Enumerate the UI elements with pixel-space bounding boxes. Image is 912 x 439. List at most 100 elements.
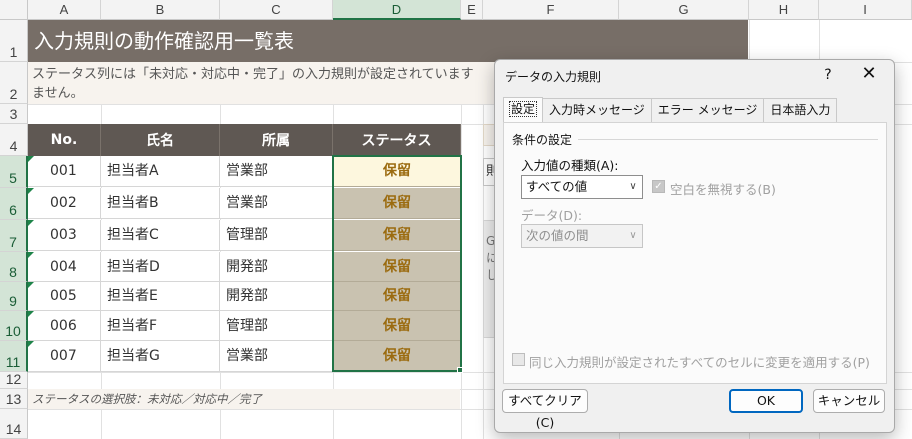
row-header-3[interactable]: 3 [0, 104, 28, 124]
allow-dropdown[interactable]: すべての値 ∨ [521, 175, 643, 199]
row-header-13[interactable]: 13 [0, 389, 28, 409]
row-header-11[interactable]: 11 [0, 341, 28, 372]
cancel-button[interactable]: キャンセル [813, 389, 885, 413]
cell-no[interactable]: 001 [28, 156, 101, 187]
cell-name[interactable]: 担当者F [101, 311, 220, 341]
table-header-dept[interactable]: 所属 [220, 124, 333, 156]
ignore-blank-checkbox[interactable]: ✓ [652, 180, 665, 193]
row-header-5[interactable]: 5 [0, 156, 28, 188]
row-header-9[interactable]: 9 [0, 282, 28, 311]
cell-no[interactable]: 002 [28, 188, 101, 219]
row-header-10[interactable]: 10 [0, 311, 28, 341]
cell-no[interactable]: 006 [28, 311, 101, 341]
data-value: 次の値の間 [526, 228, 589, 243]
close-icon[interactable]: ✕ [857, 63, 881, 87]
row-header-14[interactable]: 14 [0, 409, 28, 439]
allow-label: 入力値の種類(A): [521, 158, 619, 173]
dialog-title: データの入力規則 [505, 70, 602, 84]
cell-dept[interactable]: 開発部 [220, 282, 333, 311]
description-line-1: ステータス列には「未対応・対応中・完了」の入力規則が設定されています [32, 67, 474, 82]
table-header-no[interactable]: No. [28, 124, 101, 156]
column-header-b[interactable]: B [101, 0, 220, 20]
cell-text: 007 [50, 348, 77, 364]
data-dropdown[interactable]: 次の値の間 ∨ [521, 224, 643, 248]
column-header-i[interactable]: I [819, 0, 912, 20]
cell-dept[interactable]: 開発部 [220, 252, 333, 282]
cell-text: 001 [50, 163, 77, 179]
row-header-6[interactable]: 6 [0, 188, 28, 220]
cell-status[interactable]: 保留 [333, 282, 461, 311]
column-header-g[interactable]: G [619, 0, 749, 20]
description-line-2: ません。 [32, 86, 84, 101]
cell-name[interactable]: 担当者A [101, 156, 220, 187]
settings-panel: 条件の設定 入力値の種類(A): すべての値 ∨ ✓ 空白を無視する(B) デー… [503, 122, 887, 384]
cell-name[interactable]: 担当者E [101, 282, 220, 311]
ignore-blank-label: 空白を無視する(B) [670, 182, 776, 197]
column-header-d[interactable]: D [333, 0, 461, 20]
apply-all-label: 同じ入力規則が設定されたすべてのセルに変更を適用する(P) [529, 355, 870, 370]
cell-name[interactable]: 担当者D [101, 252, 220, 282]
ok-button[interactable]: OK [729, 389, 803, 413]
dialog-tabs: 設定 入力時メッセージ エラー メッセージ 日本語入力 [503, 97, 838, 123]
column-header-e[interactable]: E [461, 0, 483, 20]
column-header-a[interactable]: A [28, 0, 101, 20]
cell-status-active[interactable]: 保留 [333, 156, 461, 187]
cell-status[interactable]: 保留 [333, 252, 461, 282]
cell-name[interactable]: 担当者B [101, 188, 220, 219]
cell-text: 003 [50, 227, 77, 243]
column-header-c[interactable]: C [220, 0, 333, 20]
cell-text: 002 [50, 195, 77, 211]
error-indicator-icon [28, 156, 34, 162]
row-header-1[interactable]: 1 [0, 20, 28, 62]
column-header-h[interactable]: H [749, 0, 819, 20]
cell-no[interactable]: 004 [28, 252, 101, 282]
cell-dept[interactable]: 営業部 [220, 341, 333, 372]
cell-no[interactable]: 003 [28, 220, 101, 251]
cell-status[interactable]: 保留 [333, 188, 461, 219]
cell-no[interactable]: 007 [28, 341, 101, 372]
status-options-note[interactable]: ステータスの選択肢：未対応／対応中／完了 [28, 389, 460, 409]
row-header-8[interactable]: 8 [0, 252, 28, 282]
cell-no[interactable]: 005 [28, 282, 101, 311]
chevron-down-icon: ∨ [629, 181, 637, 192]
cell-text: 006 [50, 318, 77, 334]
cell-dept[interactable]: 管理部 [220, 311, 333, 341]
chevron-down-icon: ∨ [629, 230, 637, 241]
cell-dept[interactable]: 営業部 [220, 156, 333, 187]
help-icon[interactable]: ? [818, 64, 838, 86]
cell-text: 005 [50, 288, 77, 304]
cell-text: 004 [50, 259, 77, 275]
tab-label: 設定 [508, 101, 538, 117]
data-validation-dialog: データの入力規則 ? ✕ 設定 入力時メッセージ エラー メッセージ 日本語入力… [494, 59, 895, 433]
error-indicator-icon [28, 252, 34, 258]
apply-all-checkbox[interactable] [512, 353, 525, 366]
row-header-4[interactable]: 4 [0, 124, 28, 156]
data-label: データ(D): [521, 208, 583, 223]
column-header-f[interactable]: F [483, 0, 619, 20]
table-header-status[interactable]: ステータス [333, 124, 461, 156]
clear-all-button[interactable]: すべてクリア(C) [502, 389, 588, 430]
cell-dept[interactable]: 営業部 [220, 188, 333, 219]
cell-status[interactable]: 保留 [333, 220, 461, 251]
cell-status[interactable]: 保留 [333, 311, 461, 341]
select-all-corner[interactable] [0, 0, 28, 20]
group-label: 条件の設定 [512, 133, 573, 147]
cell-name[interactable]: 担当者G [101, 341, 220, 372]
error-indicator-icon [28, 341, 34, 347]
tab-error-message[interactable]: エラー メッセージ [650, 98, 765, 122]
cell-name[interactable]: 担当者C [101, 220, 220, 251]
error-indicator-icon [28, 188, 34, 194]
row-header-12[interactable]: 12 [0, 371, 28, 389]
tab-settings[interactable]: 設定 [503, 97, 544, 123]
error-indicator-icon [28, 282, 34, 288]
cell-status[interactable]: 保留 [333, 341, 461, 372]
description-cell[interactable]: ステータス列には「未対応・対応中・完了」の入力規則が設定されています ません。 [28, 62, 498, 104]
sheet-title[interactable]: 入力規則の動作確認用一覧表 [28, 20, 748, 62]
cell-dept[interactable]: 管理部 [220, 220, 333, 251]
tab-input-message[interactable]: 入力時メッセージ [542, 98, 652, 122]
row-header-7[interactable]: 7 [0, 220, 28, 252]
table-header-name[interactable]: 氏名 [101, 124, 220, 156]
tab-ime[interactable]: 日本語入力 [763, 98, 838, 122]
row-header-2[interactable]: 2 [0, 62, 28, 104]
fill-handle[interactable] [457, 367, 463, 373]
